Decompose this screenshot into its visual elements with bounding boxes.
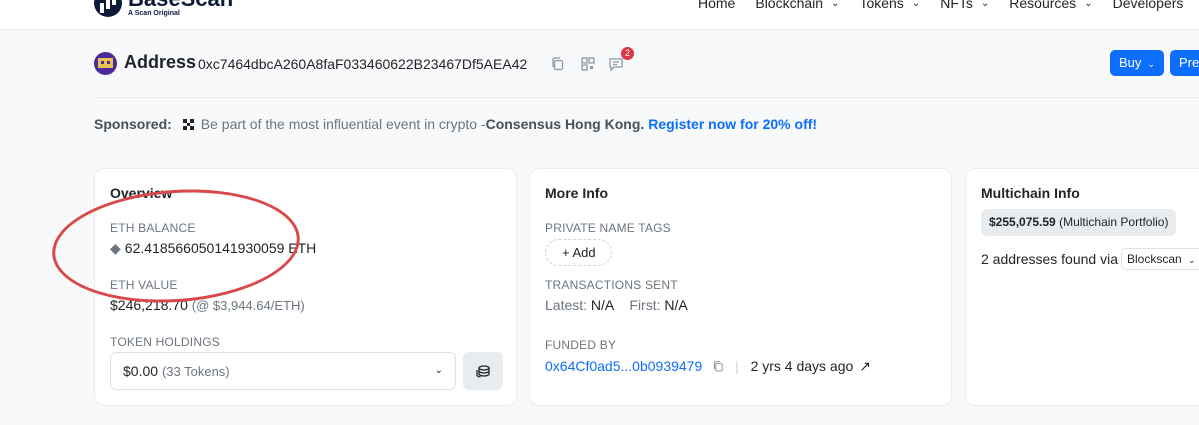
basescan-logo[interactable]: BaseScan A Scan Original [94, 0, 233, 18]
chevron-down-icon: ⌄ [1084, 0, 1093, 9]
token-count: (33 Tokens) [161, 364, 230, 379]
private-name-tags-label: PRIVATE NAME TAGS [545, 221, 671, 235]
multichain-info-title: Multichain Info [981, 185, 1080, 201]
comment-count-badge: 2 [621, 47, 634, 60]
copy-icon[interactable] [550, 56, 566, 72]
wallet-icon [476, 365, 490, 378]
funded-by-value: 0x64Cf0ad5...0b0939479 | 2 yrs 4 days ag… [545, 358, 871, 375]
chevron-down-icon: ⌄ [1147, 59, 1155, 69]
address-avatar [94, 52, 117, 75]
funded-by-label: FUNDED BY [545, 338, 617, 352]
buy-button[interactable]: Buy ⌄ [1110, 50, 1164, 76]
first-label: First: [629, 297, 661, 313]
address-header: Address 0xc7464dbcA260A8faF033460622B234… [94, 47, 1199, 98]
chevron-down-icon: ⌄ [831, 0, 840, 9]
nav-home-label: Home [698, 0, 736, 11]
main-nav: Home Blockchain ⌄ Tokens ⌄ NFTs ⌄ Resources… [698, 0, 1199, 11]
present-button[interactable]: Pres [1170, 50, 1199, 76]
transactions-sent-value: Latest: N/A First: N/A [545, 297, 688, 313]
sponsored-label: Sponsored: [94, 116, 172, 132]
page-title: Address [124, 52, 197, 72]
more-info-title: More Info [545, 185, 608, 201]
add-name-tag-button[interactable]: + Add [545, 239, 612, 266]
present-button-label: Pres [1179, 55, 1199, 70]
nav-tokens[interactable]: Tokens ⌄ [859, 0, 920, 11]
first-value: N/A [664, 297, 688, 313]
external-link-arrow-icon[interactable]: ↗ [859, 358, 871, 374]
nav-blockchain-label: Blockchain [755, 0, 824, 11]
chevron-down-icon: ⌄ [980, 0, 990, 9]
divider: | [735, 358, 739, 374]
logo-text: BaseScan A Scan Original [128, 0, 233, 18]
sponsor-event-name: Consensus Hong Kong. [485, 116, 645, 132]
logo-mark-icon [94, 0, 122, 17]
nav-nfts-label: NFTs [940, 0, 973, 11]
more-info-card: More Info PRIVATE NAME TAGS + Add TRANSA… [529, 168, 952, 406]
blockscan-select-value: Blockscan [1127, 252, 1182, 266]
chevron-down-icon: ⌄ [1188, 255, 1196, 265]
address-hash: 0xc7464dbcA260A8faF033460622B23467Df5AEA… [198, 56, 528, 72]
nav-blockchain[interactable]: Blockchain ⌄ [755, 0, 839, 11]
multichain-portfolio-label: (Multichain Portfolio) [1059, 215, 1169, 229]
logo-name: BaseScan [128, 0, 233, 10]
multichain-info-card: Multichain Info $255,075.59 (Multichain … [965, 168, 1199, 406]
multichain-portfolio-value: $255,075.59 [989, 215, 1056, 229]
funded-age: 2 yrs 4 days ago [750, 358, 854, 374]
token-holdings-label: TOKEN HOLDINGS [110, 335, 220, 349]
sponsored-banner: Sponsored: Be part of the most influenti… [94, 116, 817, 132]
nav-nfts[interactable]: NFTs ⌄ [940, 0, 989, 11]
token-holdings-value: $0.00 [123, 363, 159, 379]
token-holdings-dropdown[interactable]: $0.00 (33 Tokens) ⌄ [110, 352, 456, 390]
nav-developers[interactable]: Developers [1113, 0, 1184, 11]
comment-icon[interactable] [608, 56, 624, 72]
transactions-sent-label: TRANSACTIONS SENT [545, 278, 678, 292]
latest-label: Latest: [545, 297, 588, 313]
sponsor-logo-icon [182, 118, 194, 130]
nav-resources-label: Resources [1009, 0, 1077, 11]
addresses-found-text: 2 addresses found via [981, 251, 1118, 267]
top-navbar: BaseScan A Scan Original Home Blockchain… [0, 0, 1199, 30]
nav-resources[interactable]: Resources ⌄ [1009, 0, 1092, 11]
buy-button-label: Buy [1119, 55, 1142, 70]
logo-tagline: A Scan Original [128, 10, 180, 17]
latest-value: N/A [590, 297, 614, 313]
nav-home[interactable]: Home [698, 0, 735, 11]
eth-price: (@ $3,944.64/ETH) [191, 298, 305, 313]
funded-by-address-link[interactable]: 0x64Cf0ad5...0b0939479 [545, 358, 702, 374]
chevron-down-icon: ⌄ [911, 0, 921, 9]
chevron-down-icon: ⌄ [434, 365, 443, 376]
qr-code-icon[interactable] [580, 56, 596, 72]
sponsor-register-link[interactable]: Register now for 20% off! [648, 116, 817, 132]
nav-developers-label: Developers [1112, 0, 1184, 11]
token-wallet-button[interactable] [463, 352, 503, 390]
blockscan-select[interactable]: Blockscan ⌄ [1121, 248, 1199, 270]
copy-icon[interactable] [712, 360, 725, 373]
nav-tokens-label: Tokens [859, 0, 904, 11]
multichain-portfolio-pill[interactable]: $255,075.59 (Multichain Portfolio) [981, 209, 1177, 236]
sponsor-text: Be part of the most influential event in… [200, 116, 486, 132]
